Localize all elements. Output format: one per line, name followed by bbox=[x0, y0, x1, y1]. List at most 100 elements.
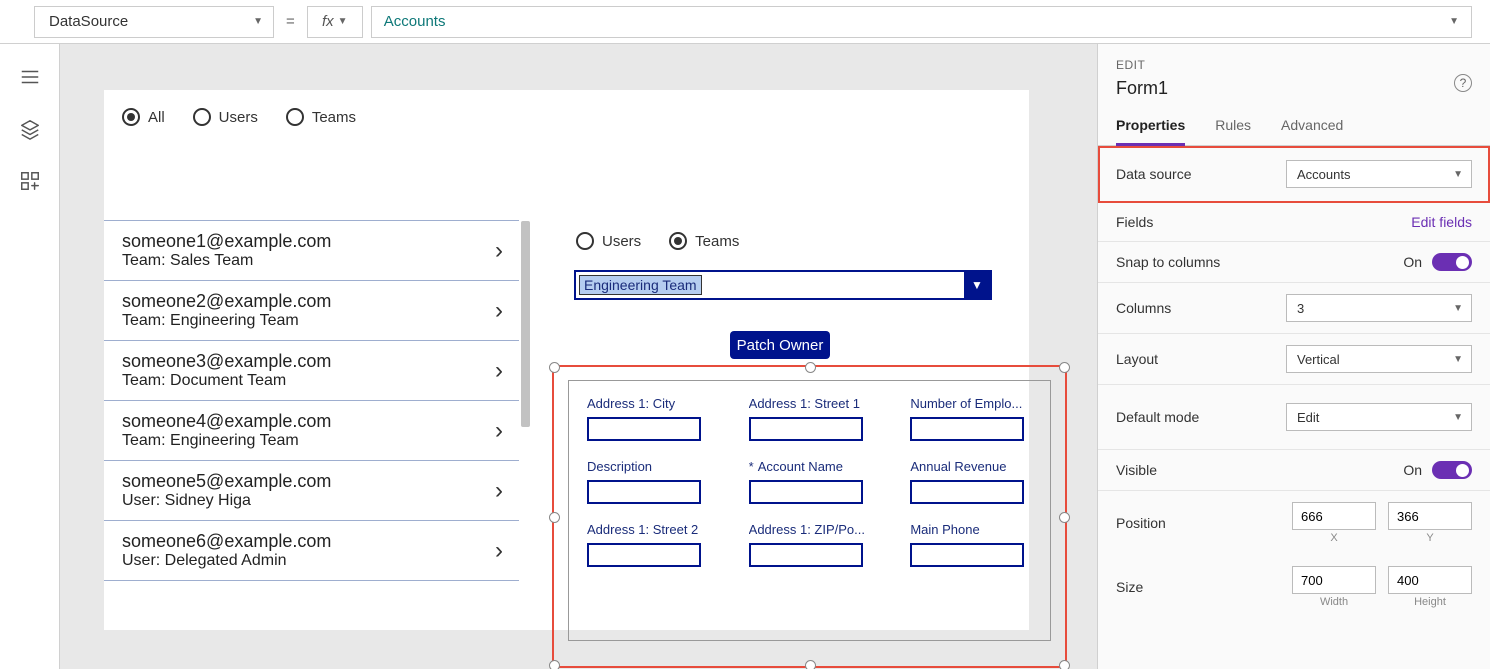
form-grid: Address 1: City Address 1: Street 1 Numb… bbox=[569, 381, 1050, 582]
dropdown-value: Vertical bbox=[1297, 352, 1340, 367]
fx-button[interactable]: fx ▼ bbox=[307, 6, 363, 38]
patch-owner-button[interactable]: Patch Owner bbox=[730, 331, 830, 359]
visible-toggle[interactable]: On bbox=[1403, 461, 1472, 479]
form-field[interactable]: Number of Emplo... bbox=[910, 396, 1032, 441]
list-sub: User: Delegated Admin bbox=[122, 552, 331, 570]
properties-panel: EDIT Form1 ? Properties Rules Advanced D… bbox=[1097, 44, 1490, 669]
fx-label: fx bbox=[322, 13, 334, 30]
snap-toggle[interactable]: On bbox=[1403, 253, 1472, 271]
list-sub: Team: Engineering Team bbox=[122, 312, 331, 330]
radio-label: Teams bbox=[695, 233, 739, 250]
chevron-right-icon: › bbox=[495, 297, 507, 325]
formula-input[interactable]: Accounts ▼ bbox=[371, 6, 1472, 38]
scrollbar-thumb[interactable] bbox=[521, 221, 530, 427]
position-x-input[interactable] bbox=[1292, 502, 1376, 530]
layout-dropdown[interactable]: Vertical ▼ bbox=[1286, 345, 1472, 373]
edit-fields-link[interactable]: Edit fields bbox=[1411, 214, 1472, 230]
form-selection[interactable]: Address 1: City Address 1: Street 1 Numb… bbox=[552, 365, 1067, 668]
help-icon[interactable]: ? bbox=[1454, 74, 1472, 92]
team-dropdown[interactable]: Engineering Team ▼ bbox=[574, 270, 992, 300]
toggle-value: On bbox=[1403, 254, 1422, 270]
data-source-dropdown[interactable]: Accounts▼ bbox=[1286, 160, 1472, 188]
top-filter-row: All Users Teams bbox=[104, 90, 1029, 126]
hamburger-icon[interactable] bbox=[19, 66, 41, 88]
radio-all[interactable]: All bbox=[122, 108, 165, 126]
resize-handle[interactable] bbox=[1059, 362, 1070, 373]
field-input[interactable] bbox=[749, 543, 863, 567]
resize-handle[interactable] bbox=[805, 362, 816, 373]
field-label: Address 1: Street 2 bbox=[587, 522, 709, 537]
field-input[interactable] bbox=[749, 417, 863, 441]
resize-handle[interactable] bbox=[549, 660, 560, 669]
chevron-down-icon: ▼ bbox=[338, 16, 348, 27]
field-input[interactable] bbox=[587, 480, 701, 504]
main-row: All Users Teams someone1@example.comTeam… bbox=[0, 44, 1490, 669]
prop-label: Layout bbox=[1116, 351, 1158, 367]
size-width-input[interactable] bbox=[1292, 566, 1376, 594]
radio-label: Users bbox=[219, 109, 258, 126]
dropdown-value: Edit bbox=[1297, 410, 1319, 425]
radio-users[interactable]: Users bbox=[193, 108, 258, 126]
list-item[interactable]: someone1@example.comTeam: Sales Team› bbox=[104, 221, 519, 281]
list-email: someone2@example.com bbox=[122, 291, 331, 312]
field-input[interactable] bbox=[910, 543, 1024, 567]
chevron-down-icon: ▼ bbox=[1453, 354, 1463, 365]
property-selector[interactable]: DataSource ▼ bbox=[34, 6, 274, 38]
list-item[interactable]: someone6@example.comUser: Delegated Admi… bbox=[104, 521, 519, 581]
components-icon[interactable] bbox=[19, 170, 41, 192]
field-input[interactable] bbox=[587, 543, 701, 567]
field-input[interactable] bbox=[749, 480, 863, 504]
prop-snap: Snap to columns On bbox=[1098, 242, 1490, 283]
layers-icon[interactable] bbox=[19, 118, 41, 140]
form-field[interactable]: Address 1: ZIP/Po... bbox=[749, 522, 871, 567]
list-item[interactable]: someone5@example.comUser: Sidney Higa› bbox=[104, 461, 519, 521]
field-input[interactable] bbox=[587, 417, 701, 441]
toggle-track bbox=[1432, 253, 1472, 271]
resize-handle[interactable] bbox=[1059, 660, 1070, 669]
resize-handle[interactable] bbox=[805, 660, 816, 669]
resize-handle[interactable] bbox=[549, 512, 560, 523]
columns-dropdown[interactable]: 3▼ bbox=[1286, 294, 1472, 322]
right-filter-row: Users Teams bbox=[576, 232, 739, 250]
form-field[interactable]: Address 1: Street 1 bbox=[749, 396, 871, 441]
prop-label: Fields bbox=[1116, 214, 1153, 230]
toggle-value: On bbox=[1403, 462, 1422, 478]
field-label: *Account Name bbox=[749, 459, 871, 474]
size-height-input[interactable] bbox=[1388, 566, 1472, 594]
tab-advanced[interactable]: Advanced bbox=[1281, 117, 1343, 145]
list-item[interactable]: someone2@example.comTeam: Engineering Te… bbox=[104, 281, 519, 341]
form-field[interactable]: Main Phone bbox=[910, 522, 1032, 567]
tab-rules[interactable]: Rules bbox=[1215, 117, 1251, 145]
field-input[interactable] bbox=[910, 417, 1024, 441]
list-item[interactable]: someone3@example.comTeam: Document Team› bbox=[104, 341, 519, 401]
list-item[interactable]: someone4@example.comTeam: Engineering Te… bbox=[104, 401, 519, 461]
formula-bar: DataSource ▼ = fx ▼ Accounts ▼ bbox=[0, 0, 1490, 44]
tab-properties[interactable]: Properties bbox=[1116, 117, 1185, 146]
resize-handle[interactable] bbox=[1059, 512, 1070, 523]
prop-label: Size bbox=[1116, 579, 1143, 595]
radio-icon bbox=[669, 232, 687, 250]
toggle-knob bbox=[1456, 256, 1469, 269]
form-field[interactable]: *Account Name bbox=[749, 459, 871, 504]
prop-label: Position bbox=[1116, 515, 1166, 531]
default-mode-dropdown[interactable]: Edit▼ bbox=[1286, 403, 1472, 431]
form-field[interactable]: Address 1: Street 2 bbox=[587, 522, 709, 567]
radio-users-2[interactable]: Users bbox=[576, 232, 641, 250]
dropdown-value: 3 bbox=[1297, 301, 1304, 316]
radio-label: Users bbox=[602, 233, 641, 250]
canvas-area: All Users Teams someone1@example.comTeam… bbox=[60, 44, 1097, 669]
form-field[interactable]: Annual Revenue bbox=[910, 459, 1032, 504]
radio-teams[interactable]: Teams bbox=[286, 108, 356, 126]
radio-icon bbox=[286, 108, 304, 126]
form-field[interactable]: Address 1: City bbox=[587, 396, 709, 441]
radio-teams-2[interactable]: Teams bbox=[669, 232, 739, 250]
resize-handle[interactable] bbox=[549, 362, 560, 373]
position-y-input[interactable] bbox=[1388, 502, 1472, 530]
panel-tabs: Properties Rules Advanced bbox=[1098, 117, 1490, 146]
form-field[interactable]: Description bbox=[587, 459, 709, 504]
chevron-down-icon: ▼ bbox=[964, 272, 990, 298]
equals-label: = bbox=[282, 13, 299, 30]
prop-size: Size Width Height bbox=[1098, 555, 1490, 619]
field-input[interactable] bbox=[910, 480, 1024, 504]
prop-label: Data source bbox=[1116, 166, 1191, 182]
